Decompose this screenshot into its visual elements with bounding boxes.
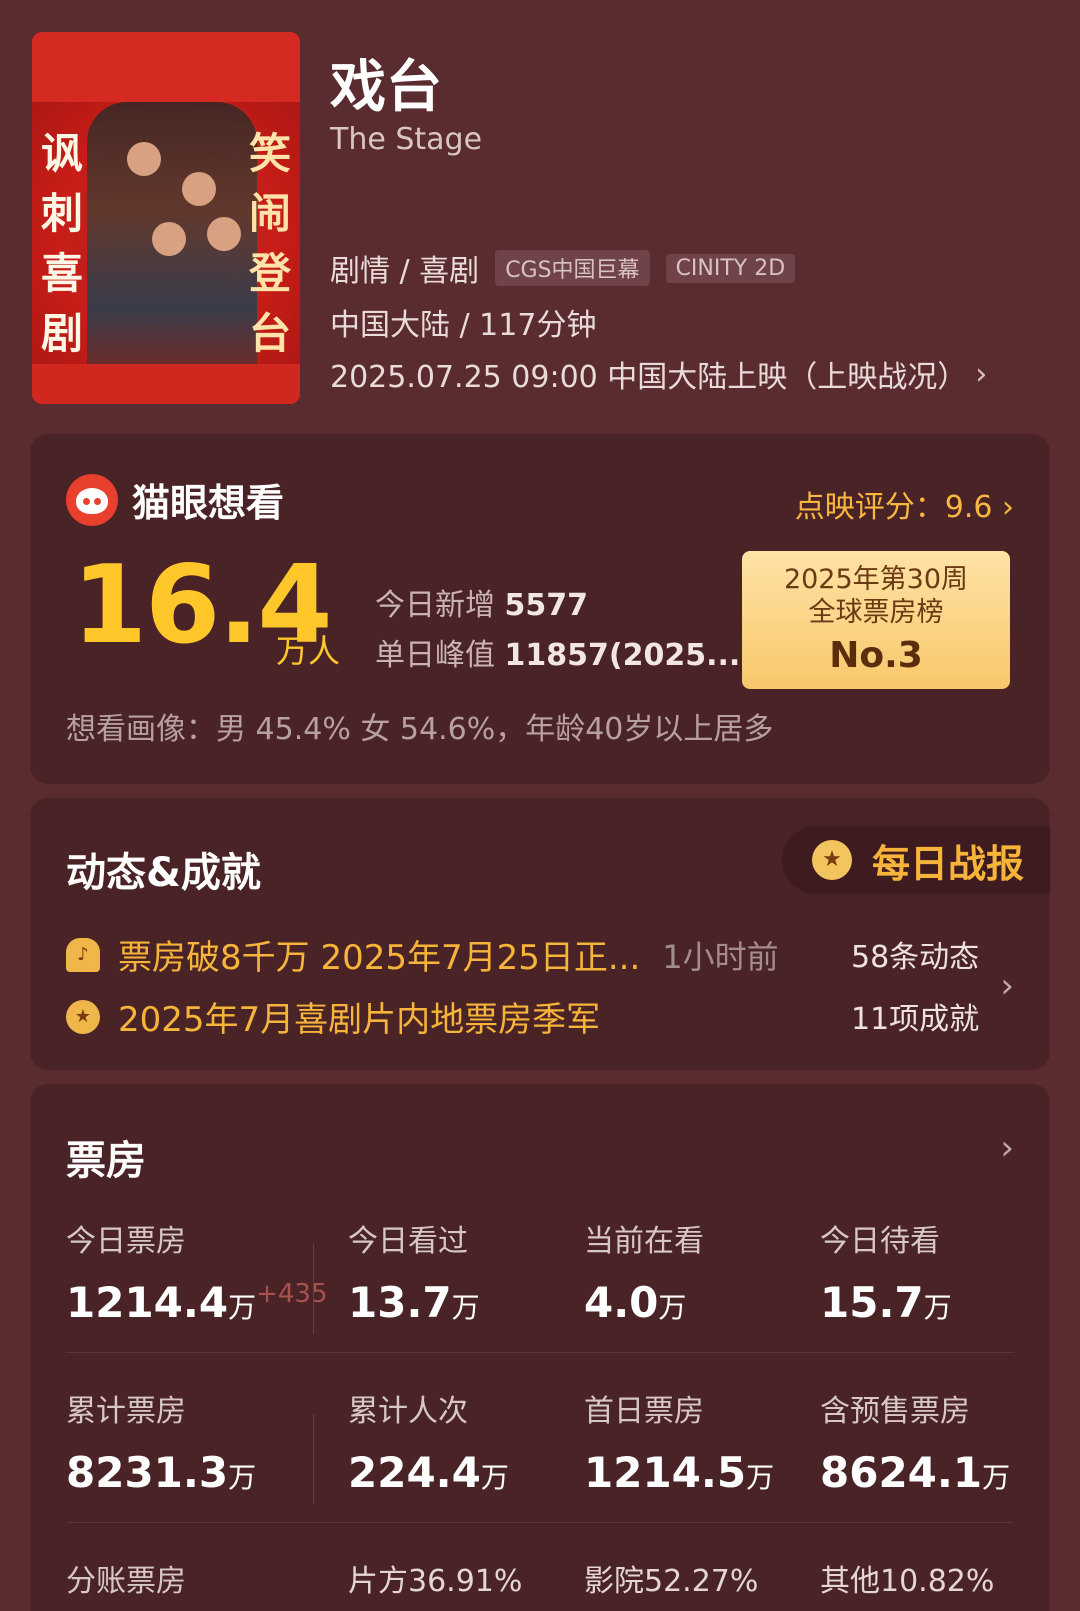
dynamics-card[interactable]: 动态&成就 ★ 每日战报 ♪ 票房破8千万 2025年7月25日正... 1小时… (30, 798, 1050, 1070)
region-runtime-row: 中国大陆 / 117分钟 (330, 300, 596, 344)
movie-poster[interactable]: 讽刺喜剧 笑闹登台 (32, 32, 300, 404)
wish-total-unit: 万人 (276, 632, 341, 670)
cumulative-admissions: 累计人次 224.4万 (348, 1394, 509, 1497)
maoyan-cat-icon (66, 473, 118, 526)
genres: 剧情 / 喜剧 (330, 254, 480, 289)
split-other: 其他10.82% (820, 1564, 995, 1599)
daily-report-button[interactable]: ★ 每日战报 (782, 826, 1050, 894)
rank-number: No.3 (829, 635, 923, 676)
cumulative-box-office: 累计票房 8231.3万 (66, 1394, 257, 1497)
chevron-right-icon[interactable]: › (1000, 1128, 1014, 1168)
split-box-office-label: 分账票房 (66, 1564, 186, 1599)
first-day-box-office: 首日票房 1214.5万 (584, 1394, 775, 1497)
dynamic-item-box-office[interactable]: ♪ 票房破8千万 2025年7月25日正... 1小时前 (66, 930, 779, 979)
poster-right-text: 笑闹登台 (248, 129, 291, 358)
box-office-title: 票房 (66, 1138, 146, 1184)
medal-icon: ★ (812, 840, 852, 880)
movie-header: 讽刺喜剧 笑闹登台 戏台 The Stage 剧情 / 喜剧 CGS中国巨幕 C… (0, 0, 1080, 420)
split-cinema: 影院52.27% (584, 1564, 759, 1599)
genre-row: 剧情 / 喜剧 CGS中国巨幕 CINITY 2D (330, 246, 796, 290)
currently-watching: 当前在看 4.0万 (584, 1224, 704, 1327)
dynamics-title: 动态&成就 (66, 850, 261, 896)
chevron-right-icon: › (1000, 966, 1014, 1006)
chevron-right-icon: › (1002, 490, 1014, 525)
presale-box-office: 含预售票房 8624.1万 (820, 1394, 1011, 1497)
movie-english-title: The Stage (330, 122, 483, 157)
bell-icon: ♪ (66, 937, 100, 972)
box-office-card: 票房 › 今日票房 1214.4万+435 今日看过 13.7万 当前在看 4.… (30, 1084, 1050, 1611)
region-runtime: 中国大陆 / 117分钟 (330, 308, 597, 343)
split-producer: 片方36.91% (348, 1564, 523, 1599)
poster-left-text: 讽刺喜剧 (40, 129, 83, 358)
movie-title: 戏台 (330, 55, 442, 120)
release-info: 2025.07.25 09:00 中国大陆上映（上映战况） (330, 360, 968, 395)
medal-icon: ★ (66, 999, 100, 1034)
today-watched: 今日看过 13.7万 (348, 1224, 480, 1327)
format-tag-cgs: CGS中国巨幕 (495, 250, 650, 286)
wish-brand: 猫眼想看 (66, 472, 284, 527)
wish-brand-label: 猫眼想看 (132, 481, 285, 525)
dynamics-count: 58条动态 (851, 940, 980, 975)
today-to-watch: 今日待看 15.7万 (820, 1224, 952, 1327)
format-tag-cinity: CINITY 2D (665, 253, 796, 283)
wish-portrait: 想看画像：男 45.4% 女 54.6%，年龄40岁以上居多 (66, 712, 774, 747)
today-box-office: 今日票房 1214.4万+435 (66, 1224, 328, 1327)
release-row[interactable]: 2025.07.25 09:00 中国大陆上映（上映战况） › (330, 352, 987, 396)
wish-card: 猫眼想看 点映评分：9.6 › 16.4 万人 今日新增 5577 单日峰值 1… (30, 434, 1050, 784)
chevron-right-icon: › (975, 356, 988, 392)
preview-score[interactable]: 点映评分：9.6 › (795, 482, 1014, 526)
achievements-count: 11项成就 (851, 1002, 980, 1037)
global-box-office-rank-badge[interactable]: 2025年第30周 全球票房榜 No.3 (742, 551, 1010, 689)
increment-value: +435 (256, 1279, 328, 1309)
achievement-item[interactable]: ★ 2025年7月喜剧片内地票房季军 (66, 992, 600, 1041)
today-new: 今日新增 5577 (375, 588, 589, 623)
daily-peak: 单日峰值 11857(2025.... (375, 638, 752, 673)
